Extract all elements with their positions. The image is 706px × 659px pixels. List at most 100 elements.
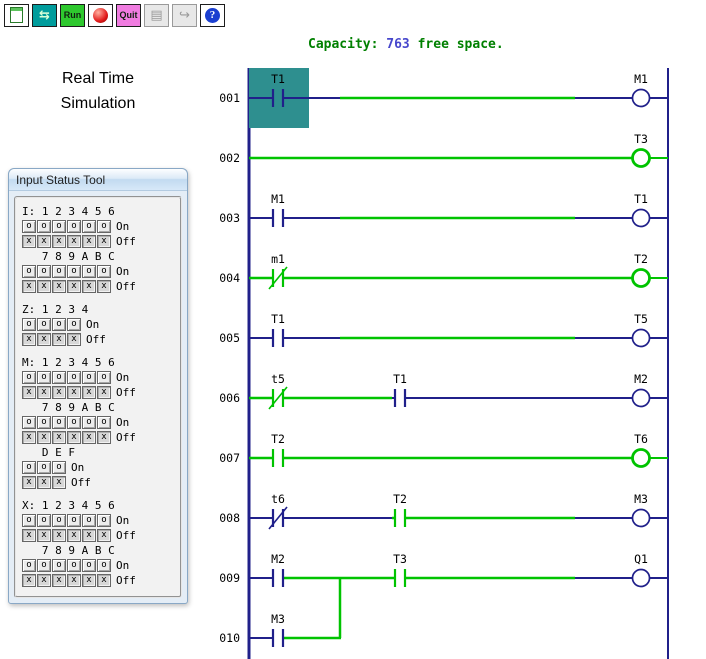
coil-T1[interactable]: T1 [631, 192, 669, 228]
contact-M2[interactable]: M2 [271, 552, 285, 589]
contact-M3[interactable]: M3 [271, 612, 285, 649]
toggle-X7-off[interactable]: x [22, 574, 36, 587]
contact-T1[interactable]: T1 [271, 312, 285, 349]
toggle-M3-on[interactable]: o [52, 371, 66, 384]
coil-T6[interactable]: T6 [631, 432, 669, 468]
toggle-X9-on[interactable]: o [52, 559, 66, 572]
toggle-M7-off[interactable]: x [22, 431, 36, 444]
toggle-M8-on[interactable]: o [37, 416, 51, 429]
toggle-MF-on[interactable]: o [52, 461, 66, 474]
input-status-tool-titlebar[interactable]: Input Status Tool [9, 169, 187, 191]
toggle-I9-on[interactable]: o [52, 265, 66, 278]
toggle-XA-on[interactable]: o [67, 559, 81, 572]
toggle-I3-on[interactable]: o [52, 220, 66, 233]
toggle-IA-on[interactable]: o [67, 265, 81, 278]
toggle-M1-on[interactable]: o [22, 371, 36, 384]
contact-T3[interactable]: T3 [393, 552, 407, 589]
toggle-M8-off[interactable]: x [37, 431, 51, 444]
toggle-MD-on[interactable]: o [22, 461, 36, 474]
toggle-M1-off[interactable]: x [22, 386, 36, 399]
toggle-X2-on[interactable]: o [37, 514, 51, 527]
contact-t6[interactable]: t6 [268, 492, 288, 530]
toggle-X5-off[interactable]: x [82, 529, 96, 542]
toggle-XC-off[interactable]: x [97, 574, 111, 587]
contact-T2[interactable]: T2 [393, 492, 407, 529]
toggle-I4-on[interactable]: o [67, 220, 81, 233]
toggle-I8-off[interactable]: x [37, 280, 51, 293]
toggle-M5-on[interactable]: o [82, 371, 96, 384]
contact-t5[interactable]: t5 [268, 372, 288, 410]
coil-M3[interactable]: M3 [631, 492, 669, 528]
toggle-I1-on[interactable]: o [22, 220, 36, 233]
toggle-X8-on[interactable]: o [37, 559, 51, 572]
toggle-M7-on[interactable]: o [22, 416, 36, 429]
toggle-Z1-on[interactable]: o [22, 318, 36, 331]
toggle-M5-off[interactable]: x [82, 386, 96, 399]
toggle-X3-off[interactable]: x [52, 529, 66, 542]
toggle-X4-on[interactable]: o [67, 514, 81, 527]
toggle-Z1-off[interactable]: x [22, 333, 36, 346]
toggle-X6-on[interactable]: o [97, 514, 111, 527]
toggle-MB-off[interactable]: x [82, 431, 96, 444]
coil-M2[interactable]: M2 [631, 372, 669, 408]
toggle-ME-on[interactable]: o [37, 461, 51, 474]
toggle-M6-off[interactable]: x [97, 386, 111, 399]
toggle-I2-on[interactable]: o [37, 220, 51, 233]
toggle-Z2-off[interactable]: x [37, 333, 51, 346]
toggle-I5-off[interactable]: x [82, 235, 96, 248]
contact-T1[interactable]: T1 [271, 72, 285, 109]
toggle-MC-off[interactable]: x [97, 431, 111, 444]
contact-m1[interactable]: m1 [268, 252, 288, 290]
coil-Q1[interactable]: Q1 [631, 552, 669, 588]
toggle-MD-off[interactable]: x [22, 476, 36, 489]
toggle-M4-on[interactable]: o [67, 371, 81, 384]
toggle-Z4-on[interactable]: o [67, 318, 81, 331]
toggle-X7-on[interactable]: o [22, 559, 36, 572]
toggle-I1-off[interactable]: x [22, 235, 36, 248]
toggle-M6-on[interactable]: o [97, 371, 111, 384]
toggle-X4-off[interactable]: x [67, 529, 81, 542]
toggle-I4-off[interactable]: x [67, 235, 81, 248]
toggle-MB-on[interactable]: o [82, 416, 96, 429]
contact-T1[interactable]: T1 [393, 372, 407, 409]
toggle-IA-off[interactable]: x [67, 280, 81, 293]
toggle-Z4-off[interactable]: x [67, 333, 81, 346]
coil-T3[interactable]: T3 [631, 132, 669, 168]
toggle-XB-on[interactable]: o [82, 559, 96, 572]
toggle-Z3-on[interactable]: o [52, 318, 66, 331]
contact-M1[interactable]: M1 [271, 192, 285, 229]
coil-M1[interactable]: M1 [631, 72, 669, 108]
toggle-Z2-on[interactable]: o [37, 318, 51, 331]
toggle-MA-on[interactable]: o [67, 416, 81, 429]
toggle-X6-off[interactable]: x [97, 529, 111, 542]
coil-T5[interactable]: T5 [631, 312, 669, 348]
toggle-I6-off[interactable]: x [97, 235, 111, 248]
coil-T2[interactable]: T2 [631, 252, 669, 288]
toggle-XC-on[interactable]: o [97, 559, 111, 572]
toggle-IC-off[interactable]: x [97, 280, 111, 293]
toggle-M2-off[interactable]: x [37, 386, 51, 399]
toggle-I7-on[interactable]: o [22, 265, 36, 278]
toggle-M4-off[interactable]: x [67, 386, 81, 399]
toggle-MF-off[interactable]: x [52, 476, 66, 489]
toggle-I5-on[interactable]: o [82, 220, 96, 233]
toggle-X9-off[interactable]: x [52, 574, 66, 587]
toggle-IC-on[interactable]: o [97, 265, 111, 278]
toggle-I7-off[interactable]: x [22, 280, 36, 293]
toggle-I2-off[interactable]: x [37, 235, 51, 248]
toggle-M2-on[interactable]: o [37, 371, 51, 384]
toggle-XB-off[interactable]: x [82, 574, 96, 587]
toggle-X3-on[interactable]: o [52, 514, 66, 527]
toggle-XA-off[interactable]: x [67, 574, 81, 587]
toggle-X1-off[interactable]: x [22, 529, 36, 542]
toggle-ME-off[interactable]: x [37, 476, 51, 489]
contact-T2[interactable]: T2 [271, 432, 285, 469]
toggle-I8-on[interactable]: o [37, 265, 51, 278]
toggle-I6-on[interactable]: o [97, 220, 111, 233]
toggle-X5-on[interactable]: o [82, 514, 96, 527]
toggle-X8-off[interactable]: x [37, 574, 51, 587]
toggle-M9-off[interactable]: x [52, 431, 66, 444]
toggle-I3-off[interactable]: x [52, 235, 66, 248]
toggle-IB-off[interactable]: x [82, 280, 96, 293]
toggle-MA-off[interactable]: x [67, 431, 81, 444]
